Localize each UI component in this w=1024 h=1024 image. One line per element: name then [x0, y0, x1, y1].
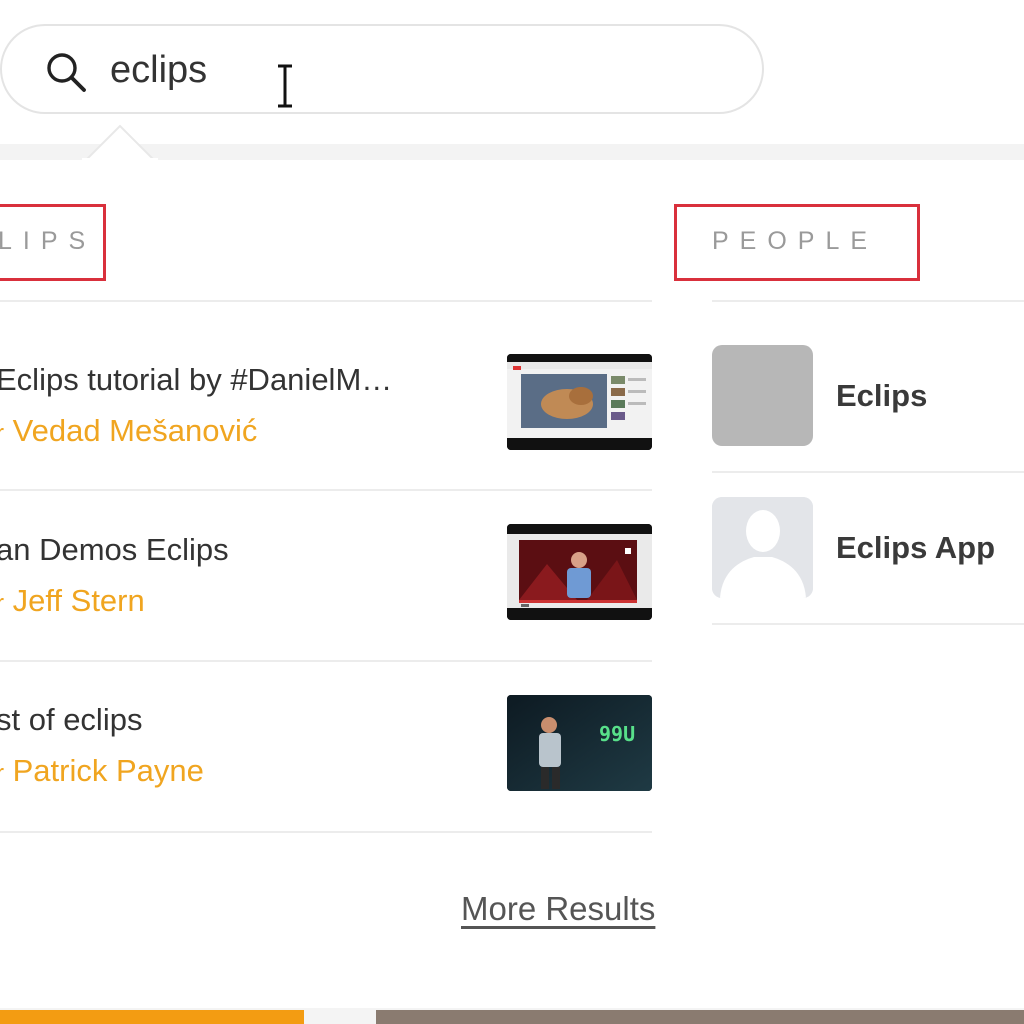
clip-author-name[interactable]: Vedad Mešanović — [13, 413, 258, 448]
clip-title[interactable]: st of eclips — [0, 702, 436, 738]
footer-image — [376, 1010, 1024, 1024]
people-divider — [712, 300, 1024, 302]
video-thumbnail[interactable] — [507, 524, 652, 620]
clip-author[interactable]: r Vedad Mešanović — [0, 413, 257, 449]
more-results-link[interactable]: More Results — [461, 890, 655, 928]
result-separator — [712, 623, 1024, 625]
clip-author-name[interactable]: Patrick Payne — [13, 753, 204, 788]
clips-section-title: LIPS — [0, 227, 97, 255]
search-box[interactable] — [0, 24, 764, 114]
clip-author-prefix: r — [0, 420, 4, 447]
footer-accent-bar — [0, 1010, 304, 1024]
clip-author-prefix: r — [0, 590, 4, 617]
person-name[interactable]: Eclips App — [836, 530, 995, 566]
thumbnail-caption: 99U — [599, 722, 635, 746]
result-separator — [0, 489, 652, 491]
clip-author-name[interactable]: Jeff Stern — [13, 583, 145, 618]
video-thumbnail[interactable]: 99U — [507, 695, 652, 791]
clips-divider — [0, 300, 652, 302]
clip-author[interactable]: r Patrick Payne — [0, 753, 204, 789]
clip-title[interactable]: Eclips tutorial by #DanielM… — [0, 362, 436, 398]
clip-author[interactable]: r Jeff Stern — [0, 583, 145, 619]
search-header — [0, 0, 1024, 144]
result-separator — [712, 471, 1024, 473]
dropdown-pointer — [82, 124, 158, 164]
avatar[interactable] — [712, 345, 813, 446]
search-icon[interactable] — [42, 48, 90, 96]
clip-title[interactable]: an Demos Eclips — [0, 532, 436, 568]
default-user-avatar-icon[interactable] — [712, 497, 813, 598]
people-section-title: PEOPLE — [712, 227, 879, 255]
person-name[interactable]: Eclips — [836, 378, 927, 414]
search-input[interactable] — [110, 44, 670, 96]
clip-author-prefix: r — [0, 760, 4, 787]
result-separator — [0, 831, 652, 833]
video-thumbnail[interactable] — [507, 354, 652, 450]
result-separator — [0, 660, 652, 662]
text-cursor-icon — [278, 64, 292, 108]
search-results-dropdown: LIPS PEOPLE Eclips tutorial by #DanielM…… — [0, 160, 1024, 1008]
